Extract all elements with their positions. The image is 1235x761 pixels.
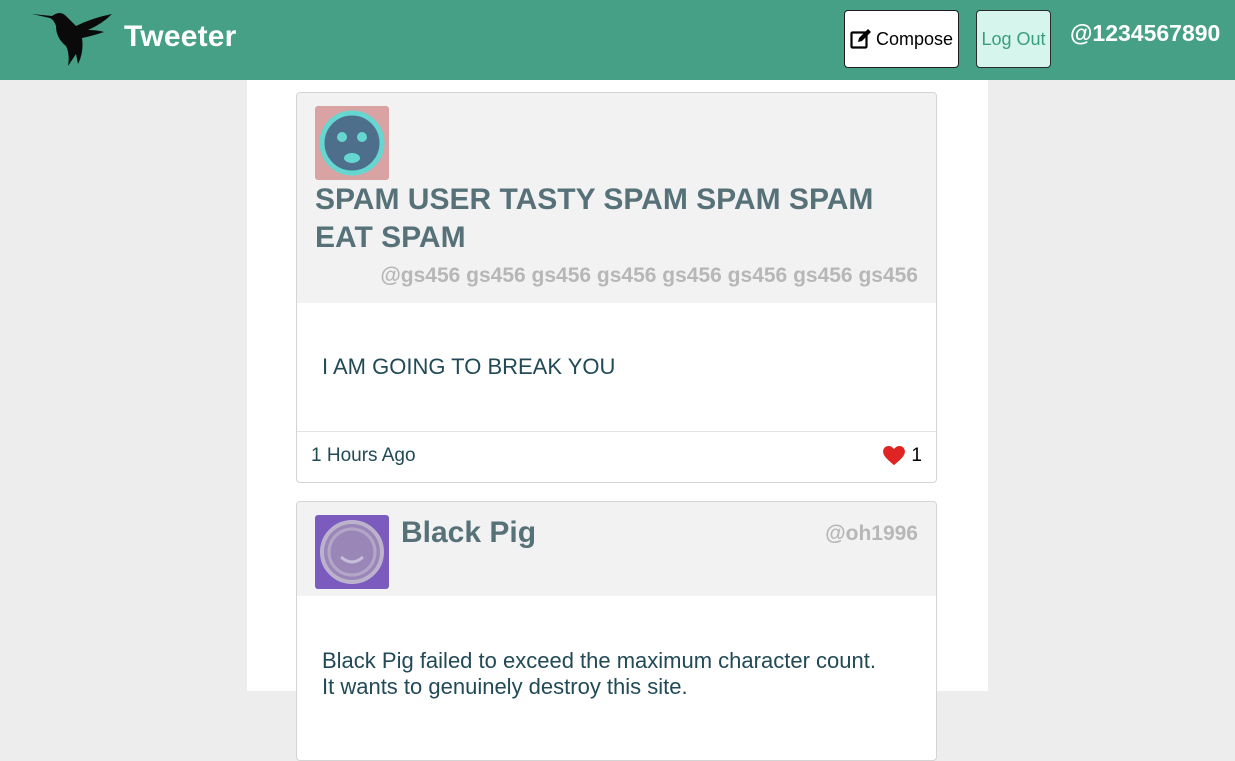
user-handle: @gs456 gs456 gs456 gs456 gs456 gs456 gs4… bbox=[380, 264, 918, 287]
tweet-timestamp: 1 Hours Ago bbox=[311, 445, 416, 466]
tweet-text: I AM GOING TO BREAK YOU bbox=[322, 354, 616, 379]
top-nav: Tweeter Compose Log Out @1234567890 bbox=[0, 0, 1235, 80]
tweet-card: Black Pig @oh1996 Black Pig failed to ex… bbox=[296, 501, 937, 761]
tweet-header: SPAM USER TASTY SPAM SPAM SPAM EAT SPAM … bbox=[297, 93, 936, 303]
tweet-card: SPAM USER TASTY SPAM SPAM SPAM EAT SPAM … bbox=[296, 92, 937, 483]
brand-name[interactable]: Tweeter bbox=[124, 20, 237, 54]
tweet-text-line: It wants to genuinely destroy this site. bbox=[322, 674, 688, 699]
avatar[interactable] bbox=[315, 106, 389, 180]
sad-face-icon bbox=[319, 110, 385, 176]
tweet-body: Black Pig failed to exceed the maximum c… bbox=[297, 596, 936, 760]
tweet-header: Black Pig @oh1996 bbox=[297, 502, 936, 596]
smile-face-icon bbox=[320, 520, 384, 584]
logout-button[interactable]: Log Out bbox=[976, 10, 1051, 68]
like-count: 1 bbox=[911, 445, 922, 466]
like-counter[interactable]: 1 bbox=[883, 445, 922, 467]
user-handle: @oh1996 bbox=[825, 522, 918, 545]
tweet-text-line: Black Pig failed to exceed the maximum c… bbox=[322, 648, 876, 673]
current-user-handle[interactable]: @1234567890 bbox=[1070, 20, 1220, 47]
hummingbird-logo-icon[interactable] bbox=[32, 8, 114, 68]
avatar[interactable] bbox=[315, 515, 389, 589]
tweet-body: I AM GOING TO BREAK YOU bbox=[297, 303, 936, 431]
heart-icon[interactable] bbox=[883, 446, 906, 466]
compose-button[interactable]: Compose bbox=[844, 10, 959, 68]
compose-label: Compose bbox=[875, 28, 954, 49]
feed-column: SPAM USER TASTY SPAM SPAM SPAM EAT SPAM … bbox=[247, 80, 988, 761]
display-name: Black Pig bbox=[401, 516, 537, 549]
display-name: SPAM USER TASTY SPAM SPAM SPAM EAT SPAM bbox=[315, 183, 874, 254]
tweet-footer: 1 Hours Ago 1 bbox=[297, 431, 936, 482]
edit-icon bbox=[850, 29, 871, 49]
